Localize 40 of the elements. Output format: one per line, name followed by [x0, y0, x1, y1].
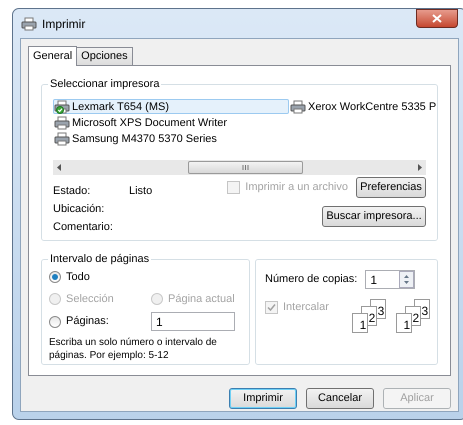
radio-label: Todo — [66, 270, 90, 285]
collate-pages-drawing: 1 2 3 — [394, 299, 428, 335]
scroll-right-icon — [418, 164, 422, 171]
status-label: Ubicación: — [53, 202, 106, 216]
radio-label: Selección — [66, 292, 114, 306]
copies-spinner[interactable]: 1 — [365, 270, 416, 289]
close-icon — [432, 14, 442, 23]
radio-label: Páginas: — [66, 314, 109, 330]
tab[interactable]: Opciones — [76, 47, 133, 65]
window-title: Imprimir — [42, 16, 86, 32]
checkbox-label: Intercalar — [283, 300, 329, 315]
button[interactable]: Preferencias — [356, 177, 426, 198]
grip-icon — [242, 165, 249, 170]
printer-item[interactable]: Samsung M4370 5370 Series — [53, 131, 289, 146]
status-label: Estado: — [53, 184, 92, 198]
dialog-button[interactable]: Cancelar — [306, 388, 374, 409]
scroll-thumb[interactable] — [188, 161, 303, 174]
printer-item[interactable]: Xerox WorkCentre 5335 P — [289, 99, 439, 114]
collate-pages-drawing: 1 2 3 — [350, 299, 384, 335]
radio-label: Página actual — [168, 292, 235, 306]
pages-field[interactable]: 1 — [151, 312, 235, 331]
status-value: Listo — [129, 184, 152, 198]
checkbox-label: Imprimir a un archivo — [245, 180, 348, 196]
spin-arrows-icon — [399, 271, 414, 288]
group-title: Seleccionar impresora — [48, 77, 162, 91]
printer-item[interactable]: Lexmark T654 (MS) — [53, 99, 289, 114]
status-label: Comentario: — [53, 220, 114, 234]
tab[interactable]: General — [28, 46, 78, 66]
radio-button[interactable] — [49, 316, 61, 328]
printer-icon — [21, 16, 37, 30]
hint-text: Escriba un solo número o intervalo de páginas. Por ejemplo: 5-12 — [49, 336, 218, 362]
radio-button[interactable] — [49, 271, 61, 284]
dialog-button[interactable]: Imprimir — [229, 388, 297, 409]
copies-label: Número de copias: — [265, 272, 358, 288]
close-button[interactable] — [416, 9, 458, 28]
printer-item[interactable]: Microsoft XPS Document Writer — [53, 115, 289, 130]
scroll-left-icon — [57, 164, 61, 171]
button[interactable]: Buscar impresora... — [322, 206, 426, 227]
group-title: Intervalo de páginas — [48, 252, 152, 266]
horizontal-scrollbar[interactable] — [53, 160, 426, 175]
